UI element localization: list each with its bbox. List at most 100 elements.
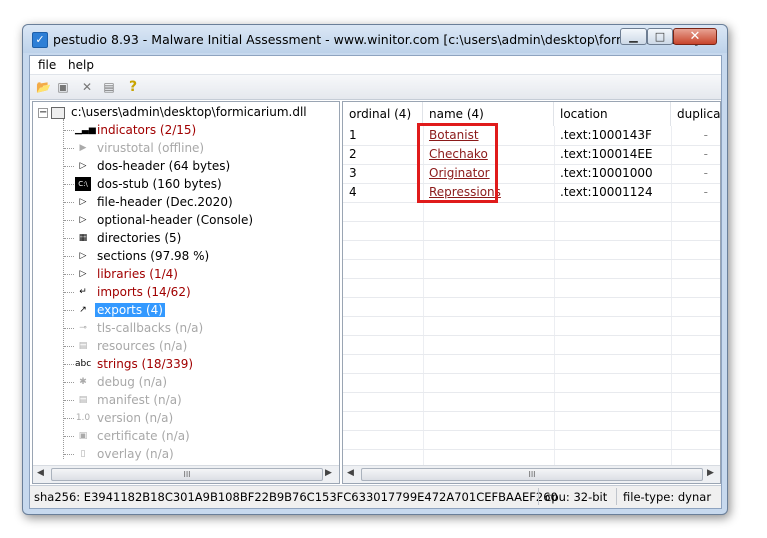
empty-row: [343, 392, 720, 412]
maximize-icon: □: [654, 30, 666, 43]
tree-item-label: strings (18/339): [97, 357, 194, 371]
column-header-ordinal[interactable]: ordinal (4): [343, 102, 423, 126]
tree-connector: [64, 130, 74, 131]
tree-panel[interactable]: − c:\users\admin\desktop\formicarium.dll…: [32, 101, 340, 484]
empty-row: [343, 297, 720, 317]
directories-icon: ▦: [78, 233, 88, 243]
cell-duplicate: -: [703, 128, 708, 142]
minimize-button[interactable]: ▁: [620, 28, 647, 45]
highlight-box: [417, 123, 498, 203]
menu-bar: file help: [30, 56, 721, 74]
tree-connector: [64, 256, 74, 257]
tree-connector: [64, 166, 74, 167]
minimize-icon: ▁: [629, 30, 638, 43]
close-icon: ✕: [689, 29, 701, 44]
status-sha256: sha256: E3941182B18C301A9B108BF22B9B76C1…: [34, 490, 558, 504]
tree-connector: [64, 220, 74, 221]
empty-row: [343, 335, 720, 355]
tree-item-label: dos-header (64 bytes): [97, 159, 231, 173]
tree-connector: [64, 292, 74, 293]
cell-ordinal: 1: [349, 128, 357, 142]
table-hscrollbar[interactable]: ◀ III ▶: [343, 465, 720, 483]
arrow-right-icon: ▷: [79, 197, 87, 207]
scroll-right-icon[interactable]: ▶: [707, 468, 714, 478]
empty-row: [343, 278, 720, 298]
cell-location: .text:10001124: [560, 185, 653, 199]
tree-item-label: dos-stub (160 bytes): [97, 177, 222, 191]
cell-ordinal: 4: [349, 185, 357, 199]
tree-connector: [64, 310, 74, 311]
tree-connector: [64, 436, 74, 437]
empty-row: [343, 373, 720, 393]
table-row[interactable]: 4 Repressions .text:10001124-: [343, 183, 720, 203]
tree-item-label: optional-header (Console): [97, 213, 254, 227]
scroll-right-icon[interactable]: ▶: [325, 468, 332, 478]
copy-icon[interactable]: ▤: [102, 80, 116, 94]
app-window: ✓ pestudio 8.93 - Malware Initial Assess…: [22, 24, 728, 515]
column-header-location[interactable]: location: [554, 102, 671, 126]
tree-connector: [64, 454, 74, 455]
table-row[interactable]: 2 Chechako .text:100014EE -: [343, 145, 720, 165]
menu-file[interactable]: file: [38, 58, 56, 72]
arrow-right-icon: ▷: [79, 215, 87, 225]
tree-item-label: file-header (Dec.2020): [97, 195, 233, 209]
exports-table[interactable]: ordinal (4) name (4) location duplicate …: [342, 101, 721, 484]
help-icon[interactable]: ?: [126, 80, 140, 94]
empty-row: [343, 430, 720, 450]
indicators-bars-icon: ▁▃▅: [75, 125, 96, 135]
client-area: file help 📂 ▣ ✕ ▤ ? − c:\users\admin\des…: [29, 55, 722, 509]
cell-location: .text:1000143F: [560, 128, 652, 142]
scroll-thumb[interactable]: III: [51, 468, 323, 481]
status-cpu: cpu: 32-bit: [545, 490, 608, 504]
arrow-right-icon: ▷: [79, 251, 87, 261]
tree-item-label: imports (14/62): [97, 285, 191, 299]
exports-icon: ↗: [79, 305, 87, 315]
tree-hscrollbar[interactable]: ◀ III ▶: [33, 465, 339, 483]
empty-row: [343, 202, 720, 222]
collapse-icon[interactable]: −: [38, 108, 48, 118]
tree-item-label: tls-callbacks (n/a): [97, 321, 204, 335]
abc-icon: abc: [75, 359, 92, 369]
manifest-icon: ▤: [78, 395, 88, 405]
tree-connector: [64, 274, 74, 275]
certificate-icon: ▣: [78, 431, 88, 441]
tree-connector: [64, 148, 74, 149]
menu-help[interactable]: help: [68, 58, 94, 72]
tree-connector: [64, 346, 74, 347]
tree-item-label: sections (97.98 %): [97, 249, 210, 263]
cell-duplicate: -: [703, 185, 708, 199]
maximize-button[interactable]: □: [647, 28, 673, 45]
toolbar: 📂 ▣ ✕ ▤ ?: [30, 74, 721, 100]
cell-duplicate: -: [703, 147, 708, 161]
close-button[interactable]: ✕: [673, 28, 717, 45]
save-icon[interactable]: ▣: [56, 80, 70, 94]
tree-connector: [64, 382, 74, 383]
tree-connector: [64, 400, 74, 401]
cell-ordinal: 2: [349, 147, 357, 161]
file-icon: [51, 107, 65, 119]
empty-row: [343, 354, 720, 374]
table-row[interactable]: 3 Originator .text:10001000-: [343, 164, 720, 184]
scroll-left-icon[interactable]: ◀: [37, 468, 44, 478]
tree-item-label: version (n/a): [97, 411, 174, 425]
cell-location: .text:100014EE: [560, 147, 653, 161]
tree-connector: [64, 328, 74, 329]
scroll-thumb[interactable]: III: [361, 468, 703, 481]
cell-duplicate: -: [703, 166, 708, 180]
window-title: pestudio 8.93 - Malware Initial Assessme…: [53, 32, 699, 47]
empty-row: [343, 221, 720, 241]
console-icon: C:\: [75, 177, 91, 191]
tree-item-label: indicators (2/15): [97, 123, 197, 137]
table-row[interactable]: 1 Botanist .text:1000143F -: [343, 126, 720, 146]
delete-icon[interactable]: ✕: [80, 80, 94, 94]
column-header-duplicate[interactable]: duplicate: [671, 102, 720, 126]
tree-item-label: exports (4): [95, 303, 165, 317]
title-bar[interactable]: ✓ pestudio 8.93 - Malware Initial Assess…: [23, 25, 727, 53]
status-divider: [616, 488, 617, 505]
tree-item-label: overlay (n/a): [97, 447, 174, 461]
key-icon: ⊸: [79, 323, 87, 333]
tree-item-label: libraries (1/4): [97, 267, 178, 281]
open-icon[interactable]: 📂: [36, 80, 51, 94]
scroll-left-icon[interactable]: ◀: [347, 468, 354, 478]
arrow-right-icon: ▷: [79, 269, 87, 279]
